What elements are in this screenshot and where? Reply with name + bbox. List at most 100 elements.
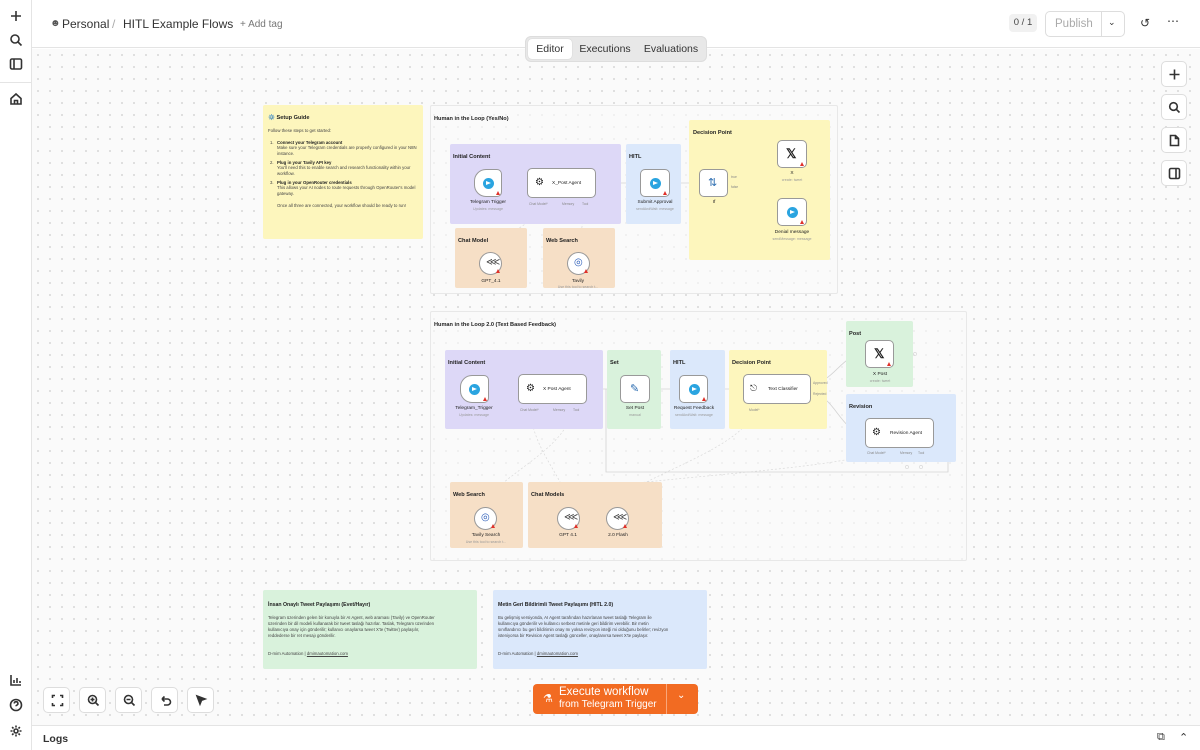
breadcrumb-separator: /	[112, 17, 116, 31]
warning-icon	[623, 524, 627, 528]
node-label: Set Post	[625, 406, 645, 411]
note-hitl2-tr[interactable]: Metin Geri Bildirimli Tweet Paylaşımı (H…	[493, 590, 707, 669]
note-line: üzerinden bir dil modeli kullanarak bir …	[268, 621, 435, 626]
plus-icon[interactable]	[8, 9, 24, 25]
more-icon[interactable]: ⋯	[1167, 14, 1179, 28]
revision-agent-node[interactable]: ⚙ Revision Agent	[865, 418, 934, 448]
section-title: Decision Point	[693, 130, 732, 136]
request-feedback-node[interactable]	[679, 375, 708, 403]
zoom-in-button[interactable]	[79, 687, 106, 713]
note-line: reddederse bir ret mesajı gönderilir.	[268, 633, 336, 638]
search-icon[interactable]	[8, 33, 24, 49]
step-body: Make sure your Telegram credentials are …	[277, 145, 417, 156]
x-post-node[interactable]: 𝕏	[865, 340, 894, 368]
node-label: X	[790, 171, 794, 176]
execute-sublabel: from Telegram Trigger	[559, 699, 657, 710]
openrouter-icon: ⋘	[564, 512, 579, 523]
port-label: Tool	[582, 202, 589, 206]
toggle-panel-button[interactable]	[1161, 160, 1187, 186]
publish-split-button: Publish ⌄	[1045, 11, 1125, 37]
section-title: Decision Point	[732, 360, 771, 366]
denial-message-node[interactable]	[777, 198, 807, 226]
note-footer: D-mim Automation |	[268, 651, 307, 656]
port-label: Tool	[573, 408, 580, 412]
workflow-canvas[interactable]: ⚙️ Setup Guide Follow these steps to get…	[32, 49, 1200, 725]
telegram-icon	[650, 178, 661, 189]
setup-guide-note[interactable]: ⚙️ Setup Guide Follow these steps to get…	[263, 105, 423, 239]
add-note-button[interactable]	[1161, 127, 1187, 153]
warning-icon	[663, 191, 667, 195]
note-line: Telegram üzerinden gelen bir konuyla bir…	[268, 615, 435, 620]
tavily-node[interactable]: ◎	[567, 252, 590, 275]
zoom-out-button[interactable]	[115, 687, 142, 713]
if-node[interactable]: ⇅	[699, 169, 728, 197]
flash-node[interactable]: ⋘	[606, 507, 629, 530]
x-node[interactable]: 𝕏	[777, 140, 807, 168]
tab-executions[interactable]: Executions	[574, 39, 636, 59]
telegram-icon	[469, 384, 480, 395]
section-title: Web Search	[546, 238, 578, 244]
search-nodes-button[interactable]	[1161, 94, 1187, 120]
sidebar-toggle-icon[interactable]	[8, 57, 24, 73]
warning-icon	[491, 524, 495, 528]
telegram-icon	[689, 384, 700, 395]
publish-button[interactable]: Publish	[1055, 18, 1093, 30]
node-label: X Post	[872, 372, 888, 377]
chevron-down-icon[interactable]: ⌄	[677, 690, 685, 701]
section-title: HITL	[629, 154, 642, 160]
note-line: kullanıcıya gönderilir ve kullanıcı serb…	[498, 621, 649, 626]
step-body: This allows your AI nodes to route reque…	[277, 185, 416, 196]
add-tag-button[interactable]: + Add tag	[240, 19, 283, 30]
telegram-trigger-2-node[interactable]	[460, 375, 489, 403]
help-icon[interactable]	[8, 698, 24, 714]
tab-editor[interactable]: Editor	[528, 39, 572, 59]
settings-icon[interactable]	[8, 724, 24, 740]
left-sidebar	[0, 0, 32, 750]
text-classifier-node[interactable]: ⎋ Text Classifier	[743, 374, 811, 404]
telegram-icon	[787, 207, 798, 218]
note-link[interactable]: dmimautomation.com	[307, 651, 348, 656]
x-logo-icon: 𝕏	[874, 346, 885, 361]
tavily-search-node[interactable]: ◎	[474, 507, 497, 530]
home-icon[interactable]	[8, 92, 24, 108]
x-post-agent-2-node[interactable]: ⚙ X Post Agent	[518, 374, 587, 404]
workflow-title[interactable]: HITL Example Flows	[123, 17, 233, 31]
node-label: X Post Agent	[543, 387, 571, 392]
history-icon[interactable]: ↺	[1140, 16, 1150, 30]
node-label: Request Feedback	[673, 406, 715, 411]
breadcrumb-owner[interactable]: Personal	[62, 17, 109, 31]
port-label: Chat Model*	[520, 408, 539, 412]
popout-icon[interactable]: ⧉	[1157, 731, 1165, 744]
add-node-button[interactable]	[1161, 61, 1187, 87]
note-line: isteniyorsa bir Revision Agent taslağı g…	[498, 633, 649, 638]
flow2-chat-models-section[interactable]: Chat Models	[528, 482, 662, 548]
fit-view-button[interactable]	[43, 687, 70, 713]
node-subtitle: Updates: message	[459, 413, 489, 417]
x-post-agent-node[interactable]: ⚙ X_Post Agent	[527, 168, 596, 198]
step-number: 2.	[270, 160, 274, 165]
telegram-icon	[483, 178, 494, 189]
chevron-up-icon[interactable]: ⌃	[1179, 731, 1188, 744]
node-subtitle: sendMessage: message	[772, 237, 812, 241]
submit-approval-node[interactable]	[640, 169, 670, 197]
node-subtitle: sendAndWait: message	[675, 413, 713, 417]
gpt-4-1-node[interactable]: ⋘	[557, 507, 580, 530]
section-title: Revision	[849, 404, 873, 410]
undo-button[interactable]	[151, 687, 178, 713]
logs-panel[interactable]: Logs ⧉ ⌃	[32, 725, 1200, 750]
execute-label: Execute workflow	[559, 686, 649, 698]
port-label: Memory	[562, 202, 575, 206]
gpt-node[interactable]: ⋘	[479, 252, 502, 275]
note-hitl-tr[interactable]: İnsan Onaylı Tweet Paylaşımı (Evet/Hayır…	[263, 590, 477, 669]
telegram-trigger-node[interactable]	[474, 169, 502, 197]
port-label: Model*	[749, 408, 760, 412]
insights-icon[interactable]	[8, 673, 24, 689]
chevron-down-icon[interactable]: ⌄	[1108, 17, 1116, 28]
execute-workflow-button[interactable]: ⚗ Execute workflow from Telegram Trigger…	[533, 684, 698, 714]
tab-evaluations[interactable]: Evaluations	[638, 39, 704, 59]
section-title: Chat Models	[531, 492, 565, 498]
set-post-node[interactable]: ✎	[620, 375, 650, 403]
port-label: Rejected	[813, 392, 827, 396]
tidy-up-button[interactable]	[187, 687, 214, 713]
note-link[interactable]: dmimautomation.com	[537, 651, 578, 656]
